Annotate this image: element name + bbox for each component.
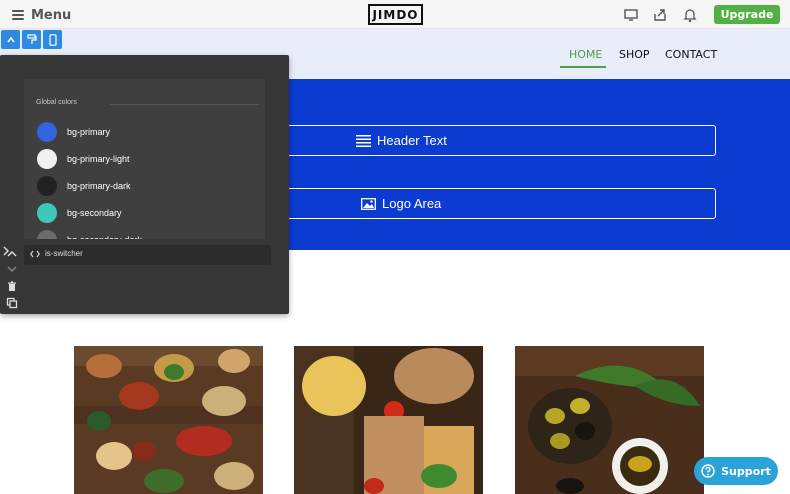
menu-label: Menu <box>31 7 72 23</box>
mobile-view-button[interactable] <box>43 30 62 49</box>
header-text-label: Header Text <box>377 133 447 148</box>
move-down-icon[interactable] <box>6 263 18 275</box>
color-option-bg-secondary[interactable]: bg-secondary <box>37 202 122 224</box>
color-option-bg-primary-dark[interactable]: bg-primary-dark <box>37 175 131 197</box>
help-icon <box>701 464 715 478</box>
editor-topbar: Menu JIMDO Upgrade <box>0 0 790 29</box>
nav-item-shop[interactable]: SHOP <box>619 48 650 61</box>
nav-item-contact[interactable]: CONTACT <box>665 48 717 61</box>
style-panel: Global colors bg-primary bg-primary-ligh… <box>0 55 289 314</box>
product-image-pasta[interactable] <box>294 346 483 494</box>
collapse-button[interactable] <box>1 30 20 49</box>
move-up-icon[interactable] <box>6 248 18 260</box>
product-image-spices[interactable] <box>74 346 263 494</box>
color-list-clip: bg-secondary-dark <box>24 227 265 239</box>
nav-active-indicator <box>560 66 606 68</box>
support-button[interactable]: Support <box>694 457 778 485</box>
style-button[interactable] <box>22 30 41 49</box>
trash-icon[interactable] <box>6 280 18 292</box>
code-icon <box>30 250 40 257</box>
menu-button[interactable]: Menu <box>12 5 71 25</box>
color-name: bg-primary-dark <box>67 181 131 191</box>
color-swatch <box>37 176 57 196</box>
color-option-bg-primary-light[interactable]: bg-primary-light <box>37 148 130 170</box>
global-colors-title: Global colors <box>36 99 77 106</box>
color-swatch <box>37 149 57 169</box>
upgrade-button[interactable]: Upgrade <box>714 5 780 24</box>
element-label: is-switcher <box>45 249 83 258</box>
color-name: bg-primary-light <box>67 154 130 164</box>
color-swatch <box>37 203 57 223</box>
product-image-olives[interactable] <box>515 346 704 494</box>
desktop-icon[interactable] <box>623 7 639 23</box>
color-swatch <box>37 230 57 239</box>
bell-icon[interactable] <box>682 7 698 23</box>
section-divider <box>110 104 259 105</box>
hamburger-icon <box>12 10 24 20</box>
color-name: bg-primary <box>67 127 111 137</box>
chevron-up-icon <box>6 36 15 42</box>
duplicate-icon[interactable] <box>6 297 18 309</box>
mobile-icon <box>48 33 57 46</box>
logo-area-label: Logo Area <box>382 196 442 211</box>
element-selector[interactable]: is-switcher <box>24 245 271 265</box>
paint-roller-icon <box>26 34 37 44</box>
support-label: Support <box>721 464 771 478</box>
global-colors-section: Global colors bg-primary bg-primary-ligh… <box>24 79 265 239</box>
color-option-bg-secondary-dark[interactable]: bg-secondary-dark <box>37 229 142 239</box>
nav-item-home[interactable]: HOME <box>569 48 602 61</box>
color-option-bg-primary[interactable]: bg-primary <box>37 121 110 143</box>
jimdo-logo[interactable]: JIMDO <box>368 4 423 25</box>
color-swatch <box>37 122 57 142</box>
image-icon <box>361 197 376 210</box>
share-icon[interactable] <box>652 7 668 23</box>
color-name: bg-secondary <box>67 208 122 218</box>
text-lines-icon <box>356 134 371 147</box>
color-name: bg-secondary-dark <box>67 235 142 239</box>
